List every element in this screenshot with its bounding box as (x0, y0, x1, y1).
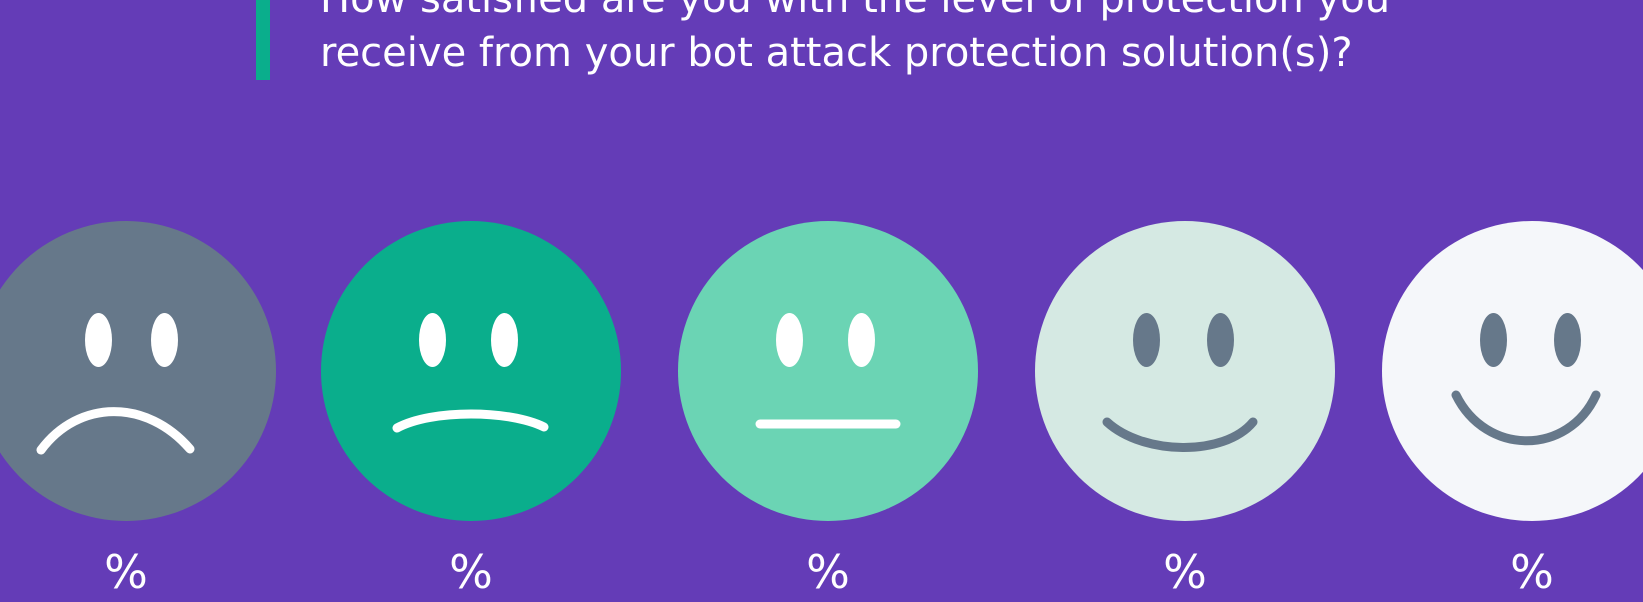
smile-mouth-icon (1102, 417, 1258, 452)
frown-mouth-icon (36, 407, 195, 455)
percent-very-satisfied: % (1510, 545, 1554, 599)
face-very-dissatisfied (0, 221, 276, 521)
face-dissatisfied (321, 221, 621, 521)
percent-very-dissatisfied: % (104, 545, 148, 599)
big-smile-mouth-icon (1451, 390, 1601, 446)
face-satisfied (1035, 221, 1335, 521)
straight-mouth-icon (755, 419, 901, 429)
face-neutral (678, 221, 978, 521)
face-very-satisfied (1382, 221, 1643, 521)
percent-satisfied: % (1163, 545, 1207, 599)
satisfaction-scale: % % % % % (0, 0, 1643, 599)
percent-neutral: % (806, 545, 850, 599)
slight-frown-mouth-icon (392, 409, 549, 433)
percent-dissatisfied: % (449, 545, 493, 599)
